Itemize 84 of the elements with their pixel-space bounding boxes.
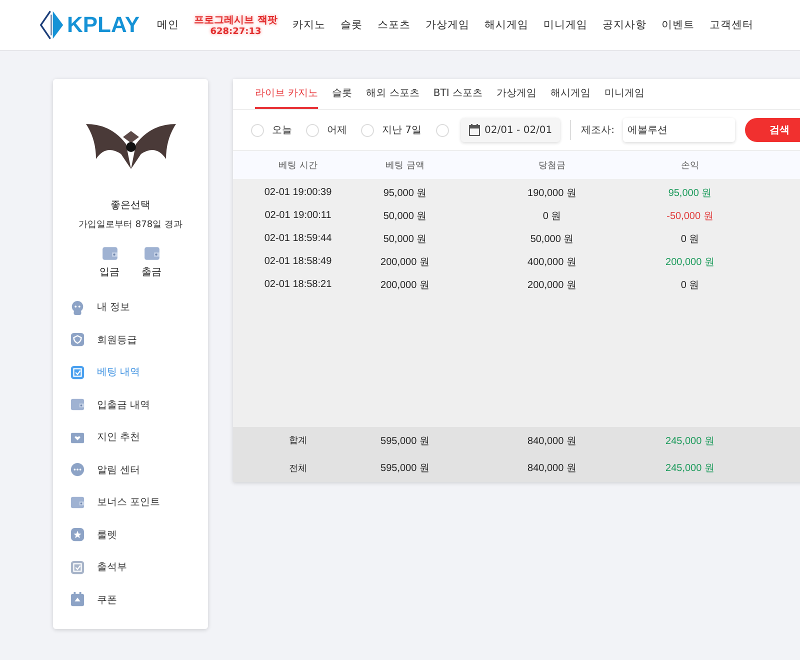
user-icon — [70, 300, 85, 315]
wallet-button[interactable]: 입금 — [100, 245, 120, 279]
total-cell-text: 840,000 원 — [526, 434, 578, 448]
table-cell-text: 0 원 — [680, 278, 700, 292]
table-cell-text: 02-01 18:58:21 — [263, 279, 333, 290]
sidebar-item[interactable]: 내 정보 — [70, 291, 208, 324]
date-range-picker[interactable]: 02/01 - 02/01 — [460, 118, 560, 142]
sidebar-item[interactable]: 지인 추천 — [70, 421, 208, 454]
nav-link[interactable]: 공지사항 — [595, 18, 654, 32]
wallet-icon — [142, 245, 162, 262]
search-button[interactable]: 검색 — [744, 118, 800, 142]
sidebar-item[interactable]: 쿠폰 — [70, 584, 208, 616]
sidebar-item[interactable]: 알림 센터 — [70, 454, 208, 486]
category-tab[interactable]: 미니게임 — [604, 79, 644, 109]
nav-link[interactable]: 메인 — [150, 18, 187, 32]
nav-link[interactable]: 이벤트 — [654, 18, 702, 32]
provider-label: 제조사: — [581, 124, 615, 137]
nav-link[interactable]: 슬롯 — [333, 18, 370, 32]
table-cell-text: 400,000 원 — [526, 256, 578, 268]
table-cell-text: 02-01 18:58:49 — [263, 256, 333, 267]
calendar-icon — [70, 592, 85, 608]
table-cell-text: 50,000 원 — [382, 232, 428, 246]
table-cell-text: 190,000 원 — [526, 186, 578, 200]
column-header: 베팅 시간 — [278, 160, 318, 172]
table-cell-text: 0 원 — [680, 232, 700, 246]
provider-field[interactable]: 에볼루션 — [622, 118, 735, 142]
table-cell-text: 95,000 원 — [382, 186, 428, 200]
wallet-icon — [70, 397, 85, 412]
username: 좋은선택 — [110, 199, 150, 212]
table-cell-text: 200,000 원 — [380, 278, 430, 292]
table-cell-text: 02-01 18:59:44 — [263, 233, 333, 244]
sidebar-item[interactable]: 보너스 포인트 — [70, 486, 208, 518]
table-cell-text: 50,000 원 — [529, 232, 575, 246]
nav-link[interactable]: 고객센터 — [702, 18, 762, 32]
nav-link[interactable]: 미니게임 — [536, 18, 596, 32]
column-header: 당첨금 — [538, 160, 566, 172]
total-cell-text: 245,000 원 — [664, 434, 716, 448]
nav-link[interactable]: 해시게임 — [477, 18, 536, 32]
logo-text: KPLAY — [67, 12, 140, 38]
total-cell-text: 합계 — [288, 435, 308, 448]
table-cell-text: 02-01 19:00:11 — [264, 210, 332, 221]
sidebar-item[interactable]: 출석부 — [70, 551, 208, 584]
table-cell-text: 200,000 원 — [380, 256, 430, 268]
total-cell-text: 595,000 원 — [380, 434, 430, 448]
total-cell-text: 전체 — [288, 462, 308, 475]
category-tab[interactable]: 가상게임 — [496, 79, 536, 109]
member-since-text: 가입일로부터 878일 경과 — [78, 219, 182, 231]
sidebar-item[interactable]: 입출금 내역 — [70, 388, 208, 421]
checklist-icon — [70, 364, 85, 380]
period-radio[interactable] — [436, 124, 449, 136]
total-cell-text: 840,000 원 — [526, 462, 578, 476]
table-cell-text: 200,000 원 — [664, 256, 716, 268]
nav-link[interactable]: 카지노 — [285, 18, 334, 32]
sidebar-item[interactable]: 룰렛 — [70, 518, 208, 551]
table-cell-text: -50,000 원 — [666, 210, 714, 222]
total-cell-text: 595,000 원 — [380, 462, 430, 476]
nav-link[interactable]: 가상게임 — [418, 18, 478, 32]
category-tab[interactable]: BTI 스포츠 — [433, 79, 482, 109]
column-header: 손익 — [680, 160, 700, 172]
table-cell-text: 95,000 원 — [667, 186, 713, 200]
period-radio[interactable]: 어제 — [306, 123, 347, 137]
chat-icon — [70, 462, 85, 478]
table-cell-text: 0 원 — [542, 210, 562, 222]
category-tab[interactable]: 슬롯 — [332, 79, 352, 109]
table-cell-text: 02-01 19:00:39 — [263, 187, 333, 198]
category-tab[interactable]: 해외 스포츠 — [366, 79, 420, 109]
category-tab[interactable]: 해시게임 — [550, 79, 590, 109]
wallet-button[interactable]: 출금 — [142, 245, 162, 279]
logo-icon — [40, 10, 64, 40]
period-radio[interactable]: 오늘 — [251, 123, 292, 137]
category-tab[interactable]: 라이브 카지노 — [255, 79, 318, 109]
nav-link[interactable]: 프로그레시브 잭팟 628:27:13 — [186, 13, 286, 37]
total-cell-text: 245,000 원 — [664, 462, 716, 476]
table-cell-text: 50,000 원 — [382, 210, 428, 222]
sidebar-item[interactable]: 회원등급 — [70, 324, 208, 356]
table-cell-text: 200,000 원 — [526, 278, 578, 292]
column-header: 베팅 금액 — [384, 160, 426, 172]
wallet-icon — [100, 245, 120, 262]
shield-icon — [70, 332, 85, 348]
calendar-icon — [468, 124, 480, 136]
nav-link[interactable]: 스포츠 — [370, 18, 418, 32]
wallet-icon — [70, 494, 85, 510]
checklist-icon — [70, 560, 85, 575]
period-radio[interactable]: 지난 7일 — [361, 123, 422, 137]
